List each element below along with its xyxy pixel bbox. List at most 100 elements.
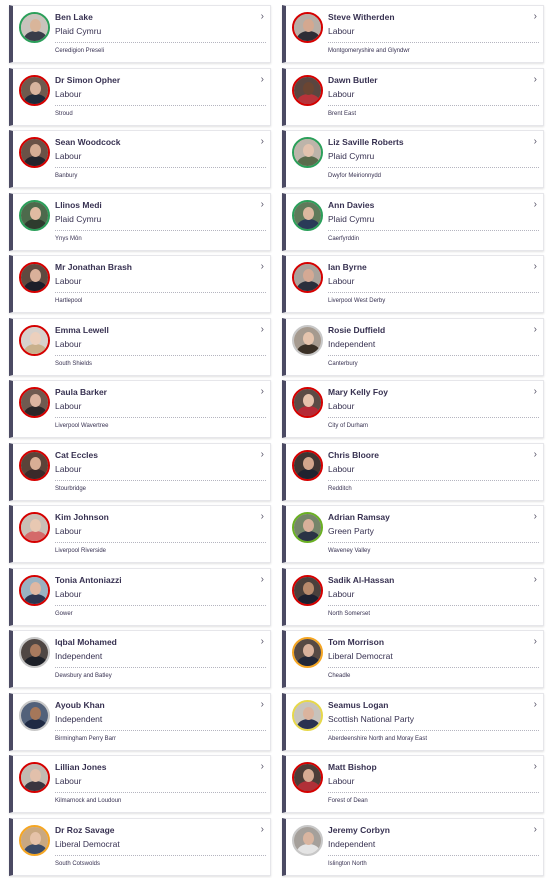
member-constituency: Gower: [55, 610, 73, 617]
member-card[interactable]: Sadik Al-Hassan Labour North Somerset ›: [282, 567, 544, 626]
member-avatar: [292, 512, 323, 543]
chevron-right-icon: ›: [260, 386, 264, 397]
chevron-right-icon: ›: [533, 698, 537, 710]
member-card[interactable]: Jeremy Corbyn Independent Islington North ›: [282, 817, 544, 876]
avatar-head: [303, 644, 314, 657]
avatar-head: [30, 331, 41, 345]
member-party: Independent: [55, 651, 103, 661]
member-constituency: Ceredigion Preseli: [55, 48, 105, 54]
avatar-body: [297, 781, 320, 791]
member-name: Jeremy Corbyn: [328, 824, 390, 835]
member-card[interactable]: Lillian Jones Labour Kilmarnock and Loudou…: [9, 755, 271, 813]
member-name: Dawn Butler: [328, 74, 378, 85]
member-card[interactable]: Emma Lewell Labour South Shields ›: [9, 317, 271, 376]
member-name: Sadik Al-Hassan: [328, 574, 395, 585]
member-avatar: [292, 262, 323, 293]
member-card[interactable]: Dr Roz Savage Liberal Democrat South Cotsw…: [9, 817, 271, 876]
card-divider: [328, 792, 539, 793]
chevron-right-icon: ›: [260, 11, 264, 22]
card-divider: [328, 354, 539, 356]
member-card[interactable]: Seamus Logan Scottish National Party Aberd…: [282, 692, 544, 751]
member-card[interactable]: Matt Bishop Labour Forest of Dean ›: [282, 755, 544, 813]
member-card[interactable]: Iqbal Mohamed Independent Dewsbury and Bat…: [9, 630, 271, 688]
member-avatar: [19, 324, 50, 356]
card-divider: [55, 292, 266, 293]
member-card[interactable]: Ann Davies Plaid Cymru Caerfyrddin ›: [282, 192, 544, 251]
chevron-right-icon: ›: [260, 761, 264, 772]
member-name: Seamus Logan: [328, 699, 389, 710]
member-avatar: [292, 387, 323, 418]
member-card[interactable]: Tom Morrison Liberal Democrat Cheadle ›: [282, 630, 544, 688]
chevron-right-icon: ›: [533, 136, 537, 147]
chevron-right-icon: ›: [260, 136, 264, 147]
chevron-right-icon: ›: [533, 823, 537, 835]
chevron-right-icon: ›: [533, 573, 537, 585]
avatar-body: [24, 156, 47, 166]
card-divider: [328, 854, 539, 856]
member-avatar: [292, 699, 323, 731]
member-name: Ann Davies: [328, 199, 375, 210]
member-constituency: Dewsbury and Batley: [55, 673, 112, 679]
member-constituency: Birmingham Perry Barr: [55, 735, 117, 742]
member-card[interactable]: Chris Bloore Labour Redditch ›: [282, 442, 544, 501]
member-party: Liberal Democrat: [55, 838, 120, 849]
member-party: Liberal Democrat: [328, 651, 393, 661]
avatar-head: [30, 206, 41, 220]
member-party: Plaid Cymru: [328, 151, 375, 161]
member-avatar: [19, 262, 50, 293]
member-name: Ian Byrne: [328, 262, 367, 272]
member-card[interactable]: Liz Saville Roberts Plaid Cymru Dwyfor Mei…: [282, 130, 544, 188]
chevron-right-icon: ›: [260, 198, 264, 210]
member-card[interactable]: Cat Eccles Labour Stourbridge ›: [9, 442, 271, 501]
member-name: Liz Saville Roberts: [328, 137, 404, 147]
member-card[interactable]: Adrian Ramsay Green Party Waveney Valley ›: [282, 505, 544, 563]
member-constituency: Islington North: [328, 860, 367, 867]
member-party: Labour: [55, 588, 82, 599]
member-name: Llinos Medi: [55, 199, 102, 210]
member-card[interactable]: Sean Woodcock Labour Banbury ›: [9, 130, 271, 188]
member-card[interactable]: Tonia Antoniazzi Labour Gower ›: [9, 567, 271, 626]
member-constituency: Redditch: [328, 485, 352, 492]
member-name: Chris Bloore: [328, 449, 380, 460]
card-divider: [55, 792, 266, 793]
card-divider: [328, 42, 539, 43]
member-card[interactable]: Ian Byrne Labour Liverpool West Derby ›: [282, 255, 544, 313]
member-name: Matt Bishop: [328, 762, 377, 772]
card-divider: [55, 729, 266, 731]
member-card[interactable]: Rosie Duffield Independent Canterbury ›: [282, 317, 544, 376]
member-avatar: [292, 12, 323, 43]
member-card[interactable]: Kim Johnson Labour Liverpool Riverside ›: [9, 505, 271, 563]
member-party: Labour: [55, 276, 82, 286]
member-card[interactable]: Llinos Medi Plaid Cymru Ynys Môn ›: [9, 192, 271, 251]
avatar-body: [297, 718, 320, 729]
member-card[interactable]: Mr Jonathan Brash Labour Hartlepool ›: [9, 255, 271, 313]
member-card[interactable]: Mary Kelly Foy Labour City of Durham ›: [282, 380, 544, 438]
member-avatar: [292, 762, 323, 793]
member-constituency: Liverpool West Derby: [328, 298, 386, 304]
avatar-head: [30, 394, 41, 407]
member-name: Iqbal Mohamed: [55, 637, 117, 647]
member-avatar: [19, 12, 50, 43]
member-constituency: Banbury: [55, 173, 78, 179]
member-avatar: [292, 824, 323, 856]
member-name: Paula Barker: [55, 387, 107, 397]
avatar-body: [297, 281, 320, 291]
avatar-head: [30, 519, 41, 532]
member-card[interactable]: Dr Simon Opher Labour Stroud ›: [9, 67, 271, 126]
member-name: Kim Johnson: [55, 512, 109, 522]
avatar-head: [303, 331, 314, 345]
member-card[interactable]: Steve Witherden Labour Montgomeryshire and…: [282, 5, 544, 63]
chevron-right-icon: ›: [260, 698, 264, 710]
member-name: Steve Witherden: [328, 12, 395, 22]
member-card[interactable]: Paula Barker Labour Liverpool Wavertree ›: [9, 380, 271, 438]
member-constituency: Canterbury: [328, 360, 358, 367]
avatar-head: [30, 644, 41, 657]
chevron-right-icon: ›: [260, 573, 264, 585]
avatar-body: [297, 218, 320, 229]
member-card[interactable]: Ayoub Khan Independent Birmingham Perry Ba…: [9, 692, 271, 751]
card-divider: [328, 542, 539, 543]
member-card[interactable]: Dawn Butler Labour Brent East ›: [282, 67, 544, 126]
member-card[interactable]: Ben Lake Plaid Cymru Ceredigion Preseli ›: [9, 5, 271, 63]
avatar-head: [303, 456, 314, 470]
member-constituency: South Cotswolds: [55, 860, 101, 867]
